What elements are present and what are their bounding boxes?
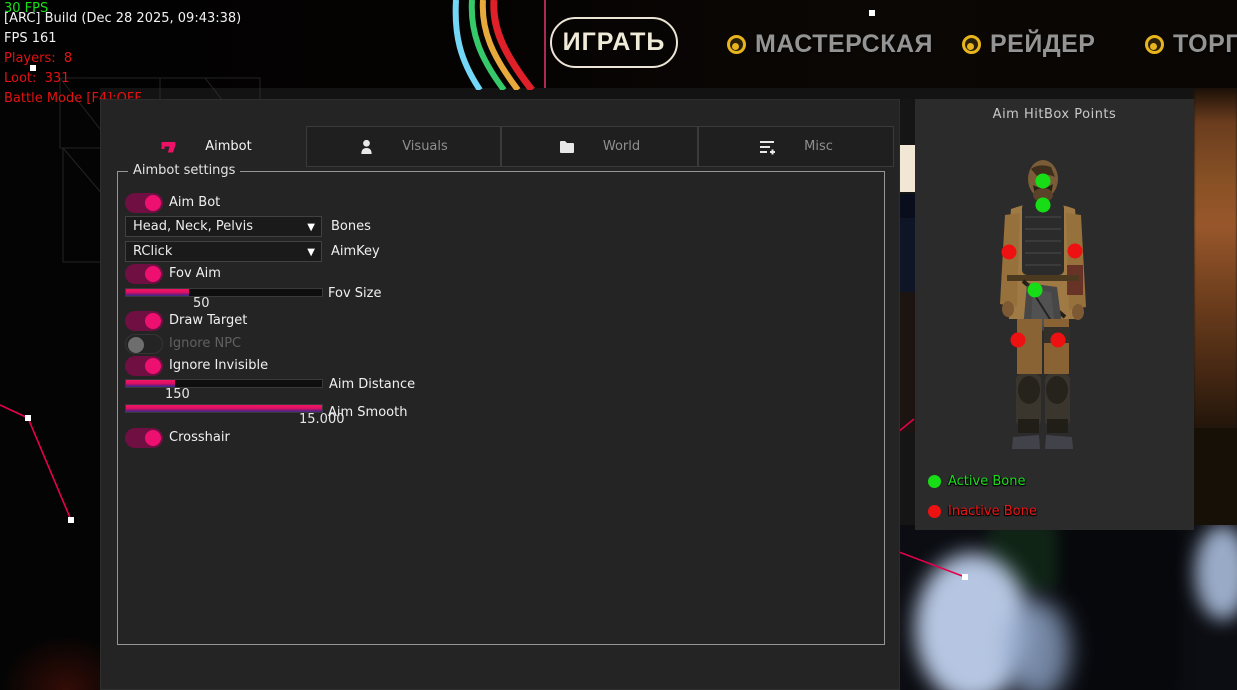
bones-dropdown[interactable]: Head, Neck, Pelvis ▼ [125,216,322,237]
toggle-knob [145,313,161,329]
pistol-icon [160,139,177,155]
tab-label: World [603,139,640,154]
right-leg-hitbox-point[interactable] [1051,333,1066,348]
slider-fill [126,405,322,412]
crosshair-toggle[interactable] [125,428,163,448]
slider-fill [126,380,175,387]
aim-hitbox-panel: Aim HitBox Points [915,99,1194,530]
toggle-knob [145,195,161,211]
aimkey-dropdown-value: RClick [133,244,172,259]
tab-visuals[interactable]: Visuals [306,126,501,167]
aimkey-dropdown[interactable]: RClick ▼ [125,241,322,262]
build-info: [ARC] Build (Dec 28 2025, 09:43:38) [4,11,241,26]
coin-icon [962,35,981,54]
group-title: Aimbot settings [128,163,240,178]
menu-item-raider[interactable]: РЕЙДЕР [962,30,1095,59]
coin-icon [1145,35,1164,54]
neck-hitbox-point[interactable] [1036,198,1051,213]
legend-label: Active Bone [948,474,1025,489]
ignore-invisible-label: Ignore Invisible [169,356,268,376]
toggle-knob [128,337,144,353]
legend-inactive-bone: Inactive Bone [928,504,1037,519]
coin-icon [727,35,746,54]
tab-world[interactable]: World [501,126,698,167]
legend-active-bone: Active Bone [928,474,1025,489]
ignore-invisible-toggle[interactable] [125,356,163,376]
legend-label: Inactive Bone [948,504,1037,519]
tab-aimbot[interactable]: Aimbot [106,126,306,167]
folder-icon [559,140,575,154]
draw-target-label: Draw Target [169,311,247,331]
tab-label: Visuals [402,139,448,154]
active-bone-dot-icon [928,475,941,488]
aim-bot-label: Aim Bot [169,193,220,213]
tab-label: Aimbot [205,139,251,154]
bones-dropdown-value: Head, Neck, Pelvis [133,219,253,234]
screen: 30 FPS [ARC] Build (Dec 28 2025, 09:43:3… [0,0,1237,690]
menu-item-trade[interactable]: ТОРГО [1145,30,1237,59]
toggle-knob [145,358,161,374]
tab-misc[interactable]: Misc [698,126,894,167]
loot-count: Loot: 331 [4,71,69,86]
aimkey-label: AimKey [331,242,380,262]
draw-target-toggle[interactable] [125,311,163,331]
chevron-down-icon: ▼ [307,218,315,237]
head-hitbox-point[interactable] [1036,174,1051,189]
aim-smooth-slider[interactable] [125,404,323,413]
aim-distance-label: Aim Distance [329,375,415,395]
bones-label: Bones [331,217,371,237]
left-arm-hitbox-point[interactable] [1002,245,1017,260]
hitbox-panel-title: Aim HitBox Points [915,107,1194,122]
fov-size-label: Fov Size [328,284,381,304]
cheat-window: Aimbot Visuals World [100,99,900,690]
pelvis-hitbox-point[interactable] [1028,283,1043,298]
menu-item-label: РЕЙДЕР [990,30,1095,59]
ignore-npc-label: Ignore NPC [169,334,241,354]
fps-info: FPS 161 [4,31,57,46]
fov-size-slider[interactable] [125,288,323,297]
menu-item-label: ТОРГО [1173,30,1237,59]
right-arm-hitbox-point[interactable] [1068,244,1083,259]
chevron-down-icon: ▼ [307,243,315,262]
crosshair-label: Crosshair [169,428,230,448]
aim-bot-toggle[interactable] [125,193,163,213]
aim-distance-value: 150 [165,387,190,402]
aim-distance-slider[interactable] [125,379,323,388]
menu-item-workshop[interactable]: МАСТЕРСКАЯ [727,30,933,59]
slider-fill [126,289,189,296]
inactive-bone-dot-icon [928,505,941,518]
aim-smooth-label: Aim Smooth [328,403,407,423]
tab-label: Misc [804,139,833,154]
person-icon [359,139,374,155]
left-leg-hitbox-point[interactable] [1011,333,1026,348]
toggle-knob [145,430,161,446]
menu-item-label: МАСТЕРСКАЯ [755,30,933,59]
players-count: Players: 8 [4,51,72,66]
ignore-npc-toggle[interactable] [125,334,163,354]
sliders-icon [759,139,776,155]
fov-aim-label: Fov Aim [169,264,221,284]
play-button[interactable]: ИГРАТЬ [550,17,678,68]
toggle-knob [145,266,161,282]
fov-size-value: 50 [193,296,210,311]
fov-aim-toggle[interactable] [125,264,163,284]
